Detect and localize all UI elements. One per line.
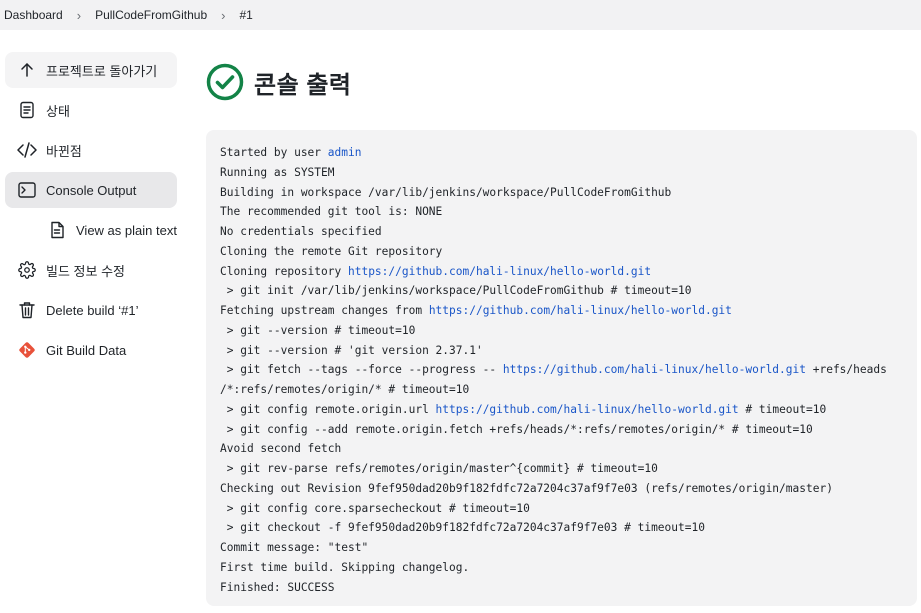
sidebar-item-label: Git Build Data bbox=[46, 342, 127, 358]
console-text: +refs/heads bbox=[806, 363, 887, 377]
console-text: > git --version # 'git version 2.37.1' bbox=[220, 343, 483, 357]
page-header: 콘솔 출력 bbox=[206, 60, 917, 104]
console-line: Commit message: "test" bbox=[220, 538, 917, 558]
console-text: > git init /var/lib/jenkins/workspace/Pu… bbox=[220, 284, 692, 298]
code-icon bbox=[17, 140, 37, 160]
sidebar-item-console-output[interactable]: Console Output bbox=[5, 172, 177, 208]
console-line: No credentials specified bbox=[220, 222, 917, 242]
console-text: Commit message: "test" bbox=[220, 541, 369, 554]
console-line: Fetching upstream changes from https://g… bbox=[220, 301, 917, 321]
console-line: Building in workspace /var/lib/jenkins/w… bbox=[220, 183, 917, 203]
sidebar-item-changes[interactable]: 바뀐점 bbox=[5, 132, 177, 168]
breadcrumb-dashboard[interactable]: Dashboard bbox=[0, 8, 63, 22]
sidebar-item-label: View as plain text bbox=[76, 222, 177, 238]
console-line: > git --version # timeout=10 bbox=[220, 321, 917, 341]
console-text: # timeout=10 bbox=[738, 402, 827, 416]
sidebar-item-label: Console Output bbox=[46, 182, 137, 198]
gear-icon bbox=[17, 260, 37, 280]
sidebar-item-label: 바뀐점 bbox=[46, 143, 82, 159]
document-icon bbox=[17, 100, 37, 120]
trash-icon bbox=[17, 300, 37, 320]
console-line: /*:refs/remotes/origin/* # timeout=10 bbox=[220, 380, 917, 400]
git-icon bbox=[17, 340, 37, 360]
console-text: Checking out Revision 9fef950dad20b9f182… bbox=[220, 481, 833, 495]
console-line: Cloning repository https://github.com/ha… bbox=[220, 262, 917, 282]
console-line: > git checkout -f 9fef950dad20b9f182fdfc… bbox=[220, 518, 917, 538]
console-text: Started by user bbox=[220, 146, 328, 159]
console-line: Started by user admin bbox=[220, 143, 917, 163]
console-text: > git --version # timeout=10 bbox=[220, 323, 416, 337]
console-line: > git init /var/lib/jenkins/workspace/Pu… bbox=[220, 281, 917, 301]
sidebar-item-git-build-data[interactable]: Git Build Data bbox=[5, 332, 177, 368]
main-content: 콘솔 출력 Started by user admin Running as SY… bbox=[206, 60, 917, 606]
sidebar-item-view-plain-text[interactable]: View as plain text bbox=[5, 212, 177, 248]
console-line: > git config --add remote.origin.fetch +… bbox=[220, 420, 917, 440]
sidebar-item-delete-build[interactable]: Delete build ‘#1’ bbox=[5, 292, 177, 328]
sidebar-item-status[interactable]: 상태 bbox=[5, 92, 177, 128]
console-text: Cloning the remote Git repository bbox=[220, 244, 443, 258]
console-line: > git rev-parse refs/remotes/origin/mast… bbox=[220, 459, 917, 479]
console-text: > git checkout -f 9fef950dad20b9f182fdfc… bbox=[220, 521, 705, 535]
console-text: Avoid second fetch bbox=[220, 442, 342, 456]
console-line: Finished: SUCCESS bbox=[220, 578, 917, 598]
console-output: Started by user admin Running as SYSTEM Bu… bbox=[206, 130, 917, 606]
console-line: > git config core.sparsecheckout # timeo… bbox=[220, 499, 917, 519]
sidebar-item-label: 프로젝트로 돌아가기 bbox=[46, 63, 158, 79]
console-text: /*:refs/remotes/origin/* # timeout=10 bbox=[220, 383, 470, 396]
sidebar-item-label: Delete build ‘#1’ bbox=[46, 302, 139, 318]
console-line: > git fetch --tags --force --progress --… bbox=[220, 360, 917, 380]
console-text: > git config core.sparsecheckout # timeo… bbox=[220, 501, 530, 515]
sidebar-item-label: 빌드 정보 수정 bbox=[46, 263, 125, 279]
console-line: > git config remote.origin.url https://g… bbox=[220, 400, 917, 420]
console-text: > git config remote.origin.url bbox=[220, 402, 436, 416]
console-text: First time build. Skipping changelog. bbox=[220, 560, 470, 574]
console-link[interactable]: https://github.com/hali-linux/hello-worl… bbox=[348, 265, 651, 278]
console-link[interactable]: https://github.com/hali-linux/hello-worl… bbox=[503, 363, 806, 376]
console-line: First time build. Skipping changelog. bbox=[220, 558, 917, 578]
page-title: 콘솔 출력 bbox=[254, 71, 352, 99]
breadcrumb-build[interactable]: #1 bbox=[239, 8, 252, 22]
arrow-up-icon bbox=[17, 60, 37, 80]
breadcrumb-job[interactable]: PullCodeFromGithub bbox=[95, 8, 207, 22]
console-line: Checking out Revision 9fef950dad20b9f182… bbox=[220, 479, 917, 499]
console-text: Building in workspace /var/lib/jenkins/w… bbox=[220, 185, 672, 199]
console-link[interactable]: https://github.com/hali-linux/hello-worl… bbox=[436, 403, 739, 416]
document-icon bbox=[47, 220, 67, 240]
console-text: Running as SYSTEM bbox=[220, 165, 335, 179]
console-text: > git rev-parse refs/remotes/origin/mast… bbox=[220, 462, 658, 475]
sidebar-item-back-to-project[interactable]: 프로젝트로 돌아가기 bbox=[5, 52, 177, 88]
console-text: Cloning repository bbox=[220, 264, 348, 278]
console-text: The recommended git tool is: NONE bbox=[220, 205, 443, 219]
success-check-icon bbox=[206, 63, 244, 101]
console-text: > git fetch --tags --force --progress -- bbox=[220, 363, 503, 377]
breadcrumb-separator: › bbox=[76, 7, 82, 23]
console-line: Avoid second fetch bbox=[220, 439, 917, 459]
terminal-icon bbox=[17, 180, 37, 200]
sidebar-item-edit-build-info[interactable]: 빌드 정보 수정 bbox=[5, 252, 177, 288]
console-text: Fetching upstream changes from bbox=[220, 304, 429, 317]
breadcrumb-separator: › bbox=[221, 7, 226, 23]
console-line: Cloning the remote Git repository bbox=[220, 242, 917, 262]
console-text: > git config --add remote.origin.fetch +… bbox=[220, 422, 813, 436]
console-link[interactable]: https://github.com/hali-linux/hello-worl… bbox=[429, 304, 732, 317]
console-line: Running as SYSTEM bbox=[220, 163, 917, 183]
console-text: No credentials specified bbox=[220, 225, 382, 238]
console-line: > git --version # 'git version 2.37.1' bbox=[220, 341, 917, 361]
console-line: The recommended git tool is: NONE bbox=[220, 202, 917, 222]
breadcrumb: Dashboard › PullCodeFromGithub › #1 bbox=[0, 0, 921, 30]
console-text: Finished: SUCCESS bbox=[220, 580, 335, 594]
sidebar-item-label: 상태 bbox=[46, 103, 70, 119]
console-link[interactable]: admin bbox=[328, 146, 362, 159]
sidebar: 프로젝트로 돌아가기 상태 바뀐점 Console Output View as… bbox=[5, 52, 177, 372]
